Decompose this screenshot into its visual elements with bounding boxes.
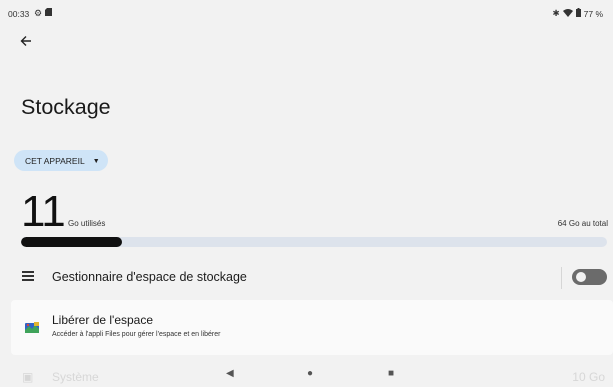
used-value: 11	[21, 187, 66, 236]
gear-icon: ⚙	[34, 8, 43, 18]
device-selector-button[interactable]: CET APPAREIL ▼	[14, 150, 108, 171]
battery-icon	[575, 8, 581, 19]
divider	[561, 267, 562, 289]
battery-percent: 77 %	[583, 8, 603, 19]
files-app-icon	[25, 320, 39, 333]
nav-home-icon[interactable]: ●	[307, 368, 313, 379]
chevron-down-icon: ▼	[92, 158, 100, 165]
storage-progress-bar	[21, 237, 607, 247]
storage-manager-toggle[interactable]	[572, 269, 607, 285]
total-label: 64 Go au total	[557, 219, 608, 228]
nav-back-icon[interactable]: ◀	[226, 368, 234, 379]
device-selector-label: CET APPAREIL	[25, 155, 85, 166]
free-space-title: Libérer de l'espace	[52, 313, 154, 327]
storage-manager-row[interactable]: Gestionnaire d'espace de stockage	[0, 262, 613, 294]
status-bar: 00:33 ⚙ ✱ 77 %	[0, 0, 613, 28]
storage-list-icon	[22, 271, 34, 283]
status-right: ✱ 77 %	[552, 8, 603, 19]
sd-card-icon	[45, 8, 52, 18]
nav-recents-icon[interactable]: ■	[388, 368, 394, 379]
storage-progress-fill	[21, 237, 122, 247]
free-space-card[interactable]: Libérer de l'espace Accéder à l'appli Fi…	[11, 300, 613, 355]
back-arrow-icon[interactable]	[20, 34, 38, 52]
status-time: 00:33	[8, 9, 30, 19]
storage-manager-label: Gestionnaire d'espace de stockage	[52, 270, 247, 284]
toggle-knob	[576, 272, 586, 282]
page-title: Stockage	[21, 95, 111, 119]
wifi-icon	[562, 8, 573, 19]
bluetooth-icon: ✱	[552, 8, 560, 18]
used-label: Go utilisés	[68, 219, 106, 228]
free-space-subtitle: Accéder à l'appli Files pour gérer l'esp…	[52, 331, 221, 338]
navigation-bar: ◀ ● ■	[0, 360, 613, 387]
